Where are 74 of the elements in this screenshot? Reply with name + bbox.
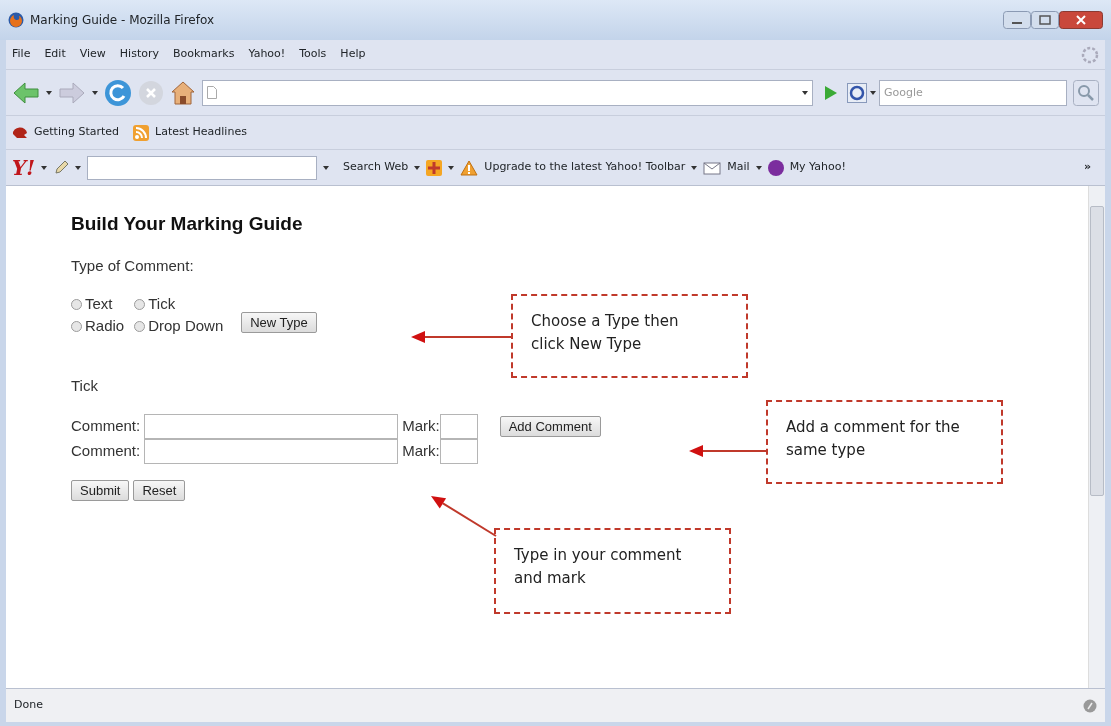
menu-item[interactable]: File: [12, 46, 31, 63]
mail-link[interactable]: Mail: [727, 159, 750, 176]
dropdown-icon[interactable]: [691, 165, 698, 170]
menu-item[interactable]: Bookmarks: [173, 46, 235, 63]
radio-option[interactable]: Text: [71, 293, 125, 315]
my-yahoo-link[interactable]: My Yahoo!: [789, 159, 1078, 176]
circle-icon: [767, 159, 784, 176]
mail-icon[interactable]: [703, 160, 722, 175]
dropdown-icon[interactable]: [414, 165, 421, 170]
page-heading: Build Your Marking Guide: [71, 212, 304, 236]
upgrade-link[interactable]: Upgrade to the latest Yahoo! Toolbar: [484, 159, 686, 176]
search-field[interactable]: Google: [879, 79, 1067, 106]
radio-option[interactable]: Drop Down: [134, 315, 224, 337]
search-icon[interactable]: [1073, 79, 1099, 106]
pencil-icon[interactable]: [53, 159, 70, 176]
section-label: Tick: [71, 376, 99, 396]
status-text: Done: [14, 697, 43, 714]
firefox-logo-icon: [8, 12, 24, 28]
comment-field[interactable]: [144, 438, 399, 464]
reload-icon[interactable]: [104, 78, 132, 107]
mark-label: Mark:: [402, 415, 440, 436]
menu-item[interactable]: Tools: [299, 46, 327, 63]
radio-option[interactable]: Tick: [134, 293, 224, 315]
dropdown-icon[interactable]: [92, 90, 98, 95]
menu-item[interactable]: View: [79, 46, 106, 63]
minimize-icon[interactable]: [1003, 11, 1031, 29]
bookmark-icon: [12, 125, 28, 140]
submit-button[interactable]: Submit: [71, 479, 130, 501]
dropdown-icon[interactable]: [46, 90, 52, 95]
menu-item[interactable]: Edit: [44, 46, 66, 63]
dropdown-icon[interactable]: [448, 165, 455, 170]
toolbar-search-field[interactable]: [87, 155, 318, 180]
radio-option[interactable]: Radio: [71, 315, 125, 337]
callout-note: Type in your comment and mark: [494, 528, 731, 614]
callout-note: Add a comment for the same type: [766, 400, 1003, 484]
close-icon[interactable]: [1059, 11, 1103, 29]
menu-item[interactable]: Help: [340, 46, 366, 63]
dropdown-icon[interactable]: [802, 90, 808, 95]
comment-label: Comment:: [71, 440, 141, 461]
type-label: Type of Comment:: [71, 255, 195, 276]
dropdown-icon[interactable]: [323, 165, 330, 170]
overflow-button[interactable]: »: [1083, 159, 1091, 176]
bookmark-link[interactable]: Latest Headlines: [155, 124, 247, 141]
menu-item[interactable]: History: [119, 46, 159, 63]
yahoo-logo[interactable]: Y!: [12, 152, 36, 183]
callout-note: Choose a Type then click New Type: [511, 294, 748, 378]
dropdown-icon[interactable]: [755, 165, 762, 170]
dropdown-icon[interactable]: [41, 165, 48, 170]
throbber-icon: [1081, 45, 1099, 64]
window-title: Marking Guide - Mozilla Firefox: [30, 12, 216, 29]
new-type-button[interactable]: New Type: [241, 312, 317, 333]
dropdown-icon[interactable]: [870, 90, 876, 95]
bookmark-link[interactable]: Getting Started: [34, 124, 120, 141]
comment-field[interactable]: [144, 413, 399, 439]
feed-icon: [133, 124, 150, 141]
page-icon: [207, 86, 217, 99]
search-engine-icon[interactable]: [847, 82, 867, 103]
reset-button[interactable]: Reset: [133, 479, 186, 501]
mark-field[interactable]: [439, 413, 478, 439]
search-web-button[interactable]: Search Web: [343, 159, 409, 176]
plus-icon[interactable]: [426, 159, 443, 176]
home-icon[interactable]: [170, 79, 196, 106]
back-arrow-icon[interactable]: [12, 80, 40, 105]
add-comment-button[interactable]: Add Comment: [499, 415, 601, 437]
mark-label: Mark:: [402, 440, 440, 461]
menu-item[interactable]: Yahoo!: [248, 46, 286, 63]
comment-label: Comment:: [71, 415, 141, 436]
dropdown-icon[interactable]: [75, 165, 82, 170]
mark-field[interactable]: [439, 438, 478, 464]
warning-icon: [460, 159, 479, 176]
status-icon: [1083, 698, 1097, 713]
maximize-icon[interactable]: [1031, 11, 1059, 29]
scrollbar[interactable]: [1088, 186, 1105, 688]
arrow: [431, 496, 497, 537]
